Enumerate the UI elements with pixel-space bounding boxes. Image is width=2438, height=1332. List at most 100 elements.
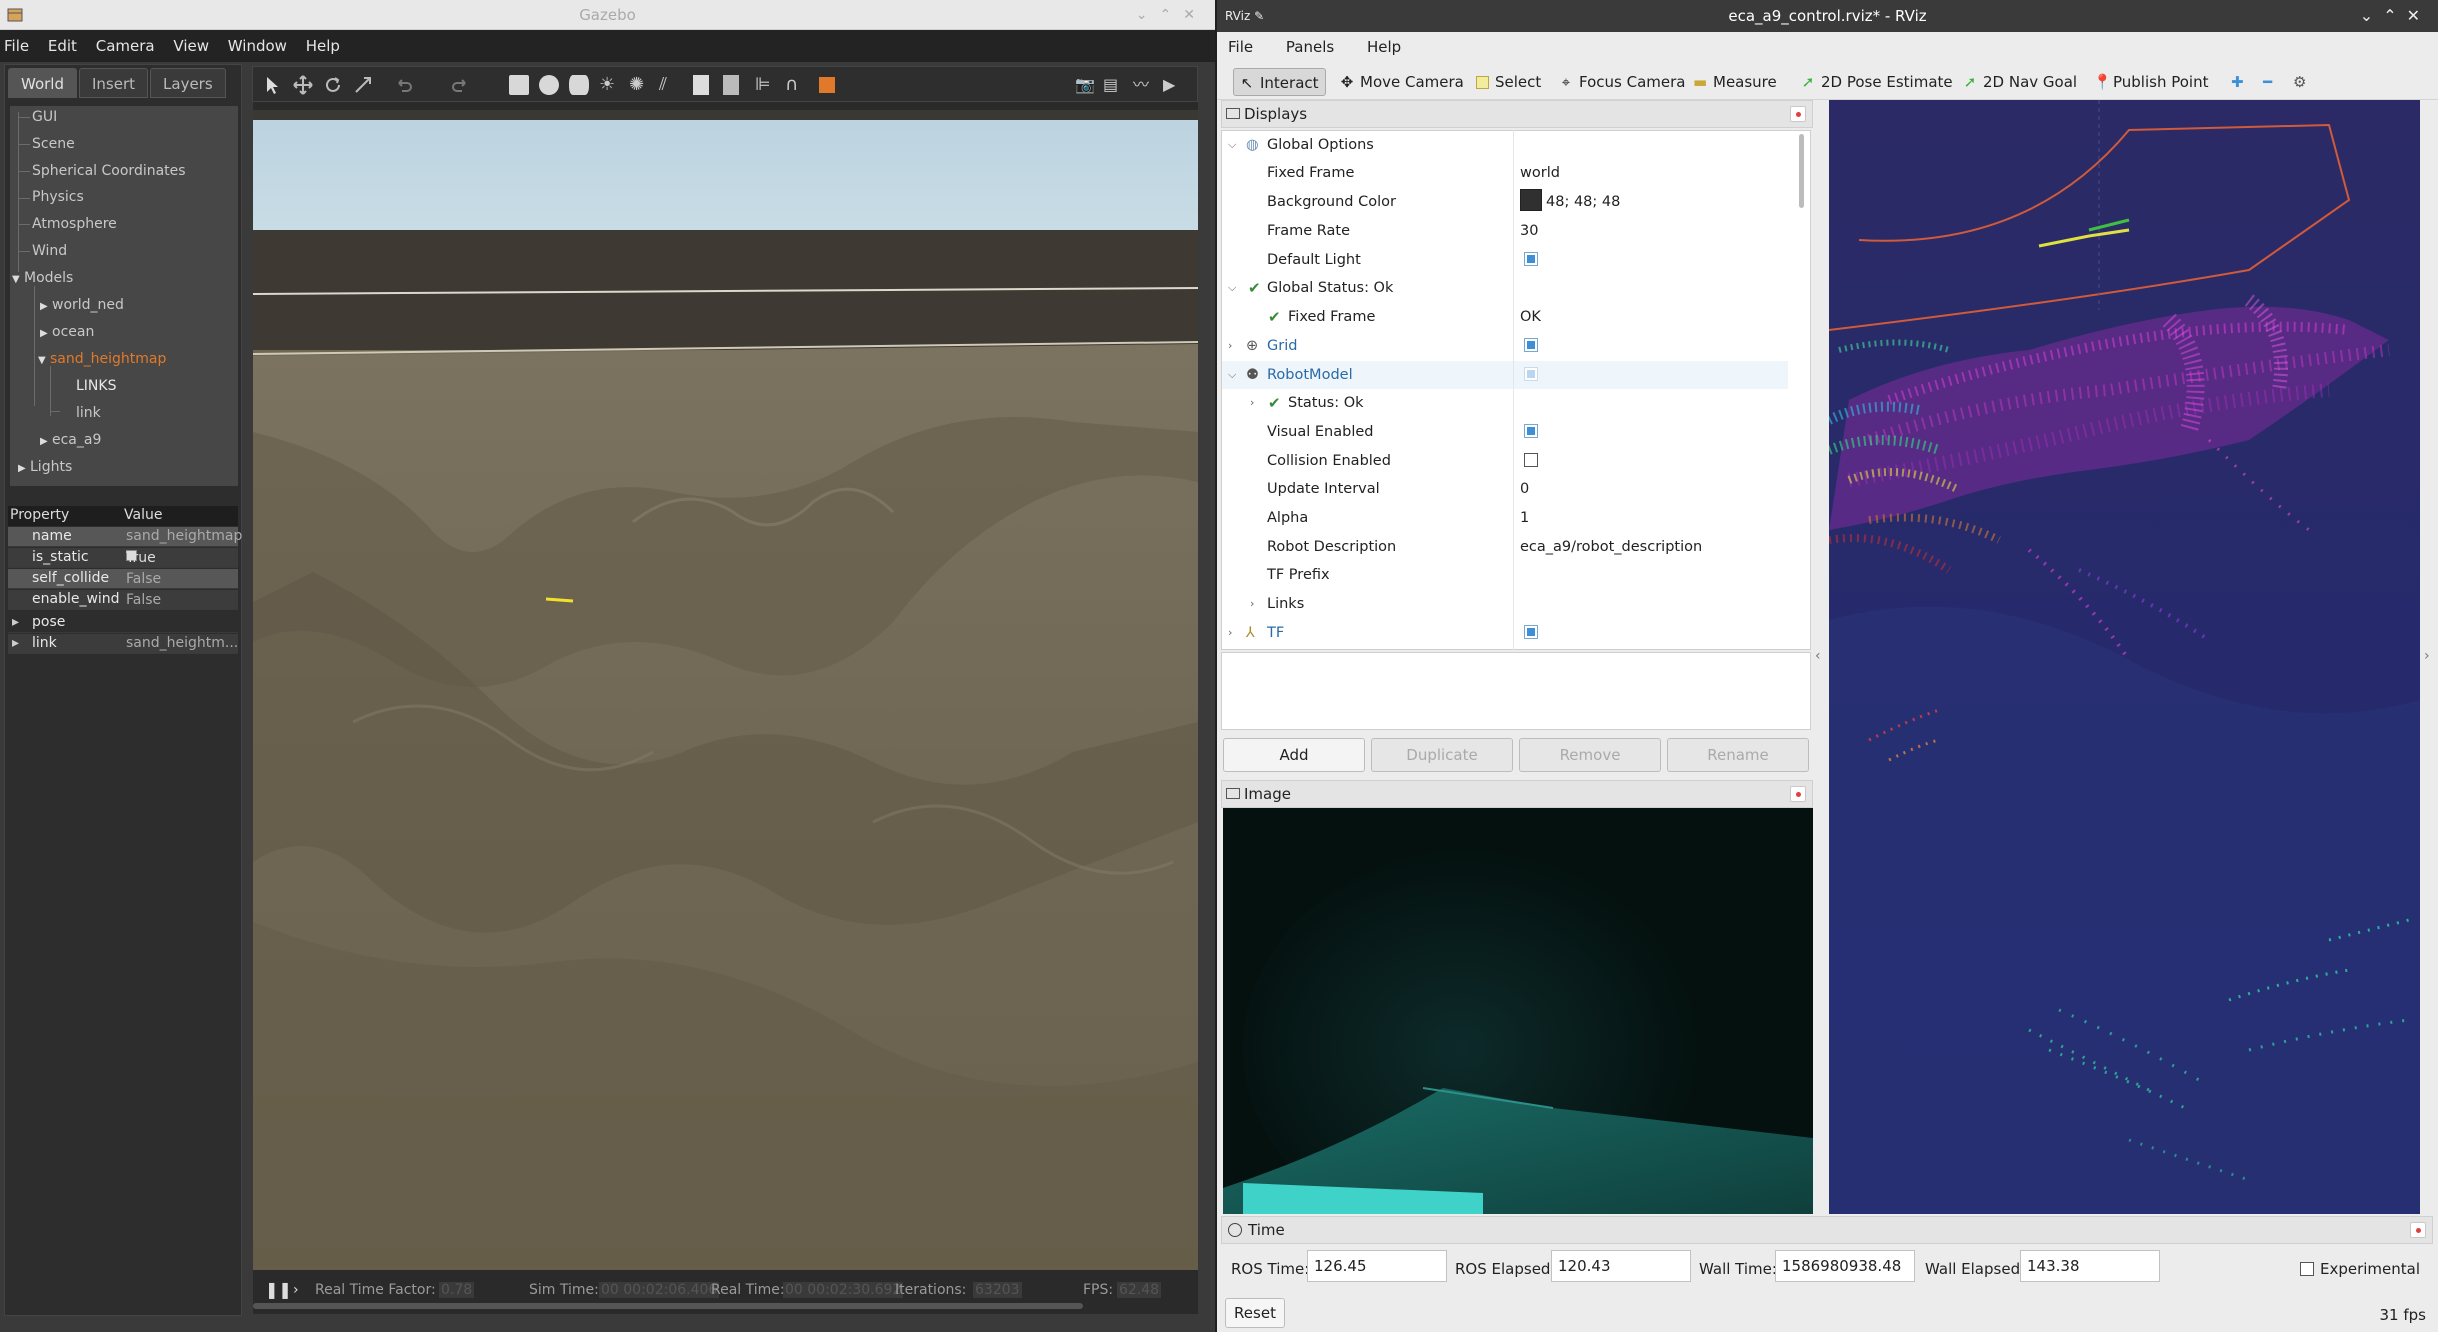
ros-elapsed-field[interactable]: 120.43	[1551, 1250, 1691, 1282]
expand-down-icon[interactable]: ▼	[12, 269, 24, 291]
tree-item-world-ned[interactable]: ▶ world_ned	[40, 294, 124, 318]
collision-enabled-checkbox[interactable]	[1524, 453, 1538, 467]
tree-item-gui[interactable]: GUI	[32, 106, 57, 128]
rotate-icon[interactable]	[323, 75, 343, 95]
prop-row-is-static[interactable]: is_static True	[8, 548, 238, 568]
tree-item-wind[interactable]: Wind	[32, 240, 67, 262]
tool-measure[interactable]: ▬ Measure	[1687, 68, 1783, 96]
ros-time-field[interactable]: 126.45	[1307, 1250, 1447, 1282]
add-tool-plus-icon[interactable]: ✚	[2225, 68, 2250, 96]
close-panel-icon[interactable]	[2410, 1222, 2426, 1238]
prop-row-pose[interactable]: ▸ pose	[8, 613, 238, 633]
robot-model-checkbox[interactable]	[1524, 367, 1538, 381]
add-button[interactable]: Add	[1223, 738, 1365, 772]
rename-button[interactable]: Rename	[1667, 738, 1809, 772]
experimental-option[interactable]: Experimental	[2299, 1260, 2420, 1278]
default-light-checkbox[interactable]	[1524, 252, 1538, 266]
snap-icon[interactable]: ∩	[785, 75, 805, 95]
row-collision-enabled[interactable]: Collision Enabled	[1222, 447, 1788, 475]
close-panel-icon[interactable]	[1790, 106, 1806, 122]
tree-item-eca-a9[interactable]: ▶ eca_a9	[40, 429, 101, 453]
menu-view[interactable]: View	[173, 37, 209, 55]
close-panel-icon[interactable]	[1790, 786, 1806, 802]
tree-item-models[interactable]: ▼ Models	[12, 267, 73, 291]
gazebo-3d-viewport[interactable]	[253, 102, 1198, 1270]
chevron-right-icon[interactable]: ›	[1228, 619, 1232, 647]
tool-move-camera[interactable]: ✥ Move Camera	[1334, 68, 1470, 96]
prop-row-link[interactable]: ▸ link sand_heightm...	[8, 634, 238, 654]
row-alpha[interactable]: Alpha 1	[1222, 504, 1788, 532]
tool-focus-camera[interactable]: ⌖ Focus Camera	[1553, 68, 1691, 96]
tf-checkbox[interactable]	[1524, 625, 1538, 639]
row-links[interactable]: › Links	[1222, 590, 1788, 618]
row-default-light[interactable]: Default Light	[1222, 246, 1788, 274]
tool-2d-pose-estimate[interactable]: ➚ 2D Pose Estimate	[1795, 68, 1959, 96]
chevron-down-icon[interactable]: ⌵	[1228, 131, 1236, 159]
align-icon[interactable]: ⊫	[755, 75, 775, 95]
rviz-window-controls[interactable]: ⌄⌃✕	[2360, 0, 2430, 32]
tree-item-links-group[interactable]: LINKS	[76, 375, 116, 397]
translate-icon[interactable]	[293, 75, 313, 95]
row-update-interval[interactable]: Update Interval 0	[1222, 475, 1788, 503]
expand-down-icon[interactable]: ▼	[38, 350, 50, 372]
chevron-right-icon[interactable]: ›	[1250, 590, 1254, 618]
point-light-icon[interactable]: ☀	[599, 75, 619, 95]
menu-file[interactable]: File	[1228, 38, 1253, 56]
expand-right-icon[interactable]: ▸	[12, 614, 19, 630]
tab-world[interactable]: World	[8, 68, 77, 98]
chevron-down-icon[interactable]: ⌵	[1228, 274, 1236, 302]
tree-item-atmosphere[interactable]: Atmosphere	[32, 213, 117, 235]
video-record-icon[interactable]: ▶	[1163, 75, 1183, 95]
chevron-right-icon[interactable]: ›	[1250, 389, 1254, 417]
gazebo-window-controls[interactable]: ⌄⌃✕	[1136, 0, 1207, 30]
sphere-shape-icon[interactable]	[539, 75, 559, 95]
row-frame-rate[interactable]: Frame Rate 30	[1222, 217, 1788, 245]
row-global-options[interactable]: ⌵ ◍ Global Options	[1222, 131, 1788, 159]
tree-item-sand-heightmap[interactable]: ▼ sand_heightmap	[38, 348, 166, 372]
row-tf[interactable]: › ⅄ TF	[1222, 619, 1788, 647]
prop-row-enable-wind[interactable]: enable_wind False	[8, 590, 238, 610]
step-icon[interactable]: ›	[293, 1282, 299, 1298]
select-arrow-icon[interactable]	[263, 75, 283, 95]
remove-tool-minus-icon[interactable]: ━	[2257, 68, 2278, 96]
menu-camera[interactable]: Camera	[96, 37, 155, 55]
tool-properties-icon[interactable]: ⚙	[2287, 68, 2312, 96]
collapse-right-icon[interactable]: ›	[2424, 648, 2430, 664]
menu-file[interactable]: File	[4, 37, 29, 55]
expand-right-icon[interactable]: ▶	[40, 323, 52, 345]
box-shape-icon[interactable]	[509, 75, 529, 95]
reset-button[interactable]: Reset	[1225, 1298, 1285, 1328]
chevron-right-icon[interactable]: ›	[1228, 332, 1232, 360]
menu-window[interactable]: Window	[228, 37, 287, 55]
undo-icon[interactable]	[393, 75, 413, 95]
screenshot-camera-icon[interactable]: 📷	[1075, 75, 1095, 95]
tree-item-scene[interactable]: Scene	[32, 133, 75, 155]
tab-insert[interactable]: Insert	[79, 68, 149, 98]
experimental-checkbox[interactable]	[2299, 1262, 2314, 1276]
row-grid[interactable]: › ⊕ Grid	[1222, 332, 1788, 360]
menu-panels[interactable]: Panels	[1286, 38, 1334, 56]
menu-edit[interactable]: Edit	[48, 37, 77, 55]
row-status-fixed-frame[interactable]: ✔ Fixed Frame OK	[1222, 303, 1788, 331]
tool-select[interactable]: Select	[1470, 68, 1547, 96]
redo-icon[interactable]	[451, 75, 471, 95]
tool-interact[interactable]: ↖ Interact	[1233, 68, 1326, 96]
row-global-status[interactable]: ⌵ ✔ Global Status: Ok	[1222, 274, 1788, 302]
scale-icon[interactable]	[353, 75, 373, 95]
color-swatch[interactable]	[1520, 189, 1542, 211]
row-background-color[interactable]: Background Color 48; 48; 48	[1222, 188, 1788, 216]
expand-right-icon[interactable]: ▶	[40, 431, 52, 453]
tree-item-physics[interactable]: Physics	[32, 186, 84, 208]
prop-row-self-collide[interactable]: self_collide False	[8, 569, 238, 589]
collapse-left-icon[interactable]: ‹	[1815, 648, 1821, 664]
expand-right-icon[interactable]: ▶	[40, 296, 52, 318]
remove-button[interactable]: Remove	[1519, 738, 1661, 772]
prop-row-name[interactable]: name sand_heightmap	[8, 527, 242, 547]
row-tf-prefix[interactable]: TF Prefix	[1222, 561, 1788, 589]
wall-elapsed-field[interactable]: 143.38	[2020, 1250, 2160, 1282]
status-scrollbar[interactable]	[253, 1303, 1083, 1309]
tool-2d-nav-goal[interactable]: ➚ 2D Nav Goal	[1957, 68, 2083, 96]
row-fixed-frame[interactable]: Fixed Frame world	[1222, 159, 1788, 187]
tool-publish-point[interactable]: 📍Publish Point	[2087, 68, 2214, 96]
tree-item-ocean[interactable]: ▶ ocean	[40, 321, 94, 345]
